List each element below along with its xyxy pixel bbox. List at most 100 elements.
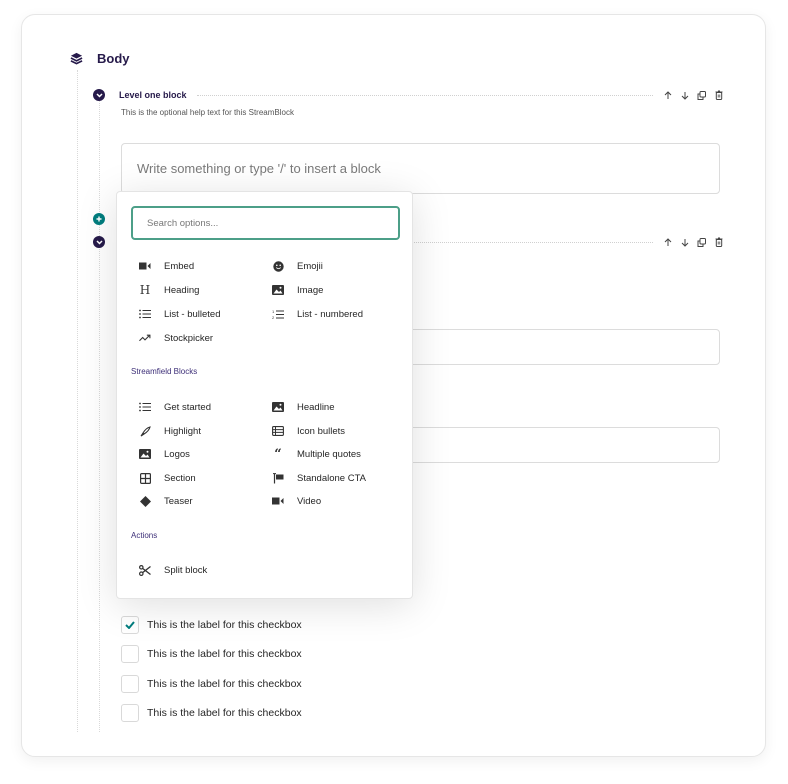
option-icon-bullets[interactable]: Icon bullets xyxy=(272,425,345,437)
add-block-button[interactable] xyxy=(93,213,105,225)
checkbox-label: This is the label for this checkbox xyxy=(147,619,302,631)
option-label: Stockpicker xyxy=(164,332,214,344)
text-input-field[interactable] xyxy=(380,427,720,463)
image-icon xyxy=(272,284,284,296)
text-input-field[interactable] xyxy=(380,329,720,365)
move-up-button[interactable] xyxy=(663,90,672,100)
checkbox-item[interactable]: This is the label for this checkbox xyxy=(121,645,302,663)
option-list-bulleted[interactable]: List - bulleted xyxy=(139,308,221,320)
option-label: Embed xyxy=(164,260,195,272)
block-actions xyxy=(663,90,723,100)
option-emojii[interactable]: Emojii xyxy=(272,260,323,272)
option-standalone-cta[interactable]: Standalone CTA xyxy=(272,472,366,484)
svg-text:2: 2 xyxy=(272,315,275,320)
block-guide-line xyxy=(99,100,100,732)
block-help-text: This is the optional help text for this … xyxy=(121,108,294,117)
scissors-icon xyxy=(139,564,151,576)
delete-icon xyxy=(715,237,722,247)
grid-icon xyxy=(139,472,151,484)
option-label: Logos xyxy=(164,448,190,460)
duplicate-button[interactable] xyxy=(697,90,706,100)
plus-icon xyxy=(96,216,102,222)
block-actions xyxy=(663,237,723,247)
list-box-icon xyxy=(272,425,284,437)
move-up-button[interactable] xyxy=(663,237,672,247)
option-stockpicker[interactable]: Stockpicker xyxy=(139,332,213,344)
option-label: Heading xyxy=(164,284,200,296)
video-icon xyxy=(272,495,284,507)
option-embed[interactable]: Embed xyxy=(139,260,194,272)
header-divider xyxy=(400,241,653,243)
option-label: Emojii xyxy=(297,260,323,272)
option-heading[interactable]: H Heading xyxy=(139,283,200,297)
option-highlight[interactable]: Highlight xyxy=(139,425,201,437)
move-down-icon xyxy=(681,91,688,100)
heading-icon: H xyxy=(139,283,151,297)
checkbox[interactable] xyxy=(121,704,139,722)
checkbox[interactable] xyxy=(121,675,139,693)
block-chooser-menu: Embed Emojii H Heading Image List - bull… xyxy=(116,191,413,599)
image-icon xyxy=(272,401,284,413)
option-label: Headline xyxy=(297,401,335,413)
checkbox-item[interactable]: This is the label for this checkbox xyxy=(121,616,302,634)
body-field-heading: Body xyxy=(70,51,130,66)
option-label: Get started xyxy=(164,401,211,413)
search-options-input[interactable] xyxy=(131,206,400,240)
trend-icon xyxy=(139,332,151,344)
option-label: List - bulleted xyxy=(164,308,221,320)
chevron-down-icon xyxy=(95,92,103,98)
delete-button[interactable] xyxy=(714,90,723,100)
option-multiple-quotes[interactable]: “ Multiple quotes xyxy=(272,446,361,462)
option-label: Video xyxy=(297,495,322,507)
checkbox-label: This is the label for this checkbox xyxy=(147,648,302,660)
delete-button[interactable] xyxy=(714,237,723,247)
option-headline[interactable]: Headline xyxy=(272,401,335,413)
duplicate-icon xyxy=(697,237,706,247)
option-video[interactable]: Video xyxy=(272,495,321,507)
option-list-numbered[interactable]: 12 List - numbered xyxy=(272,308,363,320)
option-get-started[interactable]: Get started xyxy=(139,401,211,413)
checkbox-label: This is the label for this checkbox xyxy=(147,707,302,719)
move-down-button[interactable] xyxy=(680,90,689,100)
option-teaser[interactable]: Teaser xyxy=(139,495,193,507)
list-numbered-icon: 12 xyxy=(272,308,284,320)
collapse-second-block-button[interactable] xyxy=(93,236,105,248)
actions-label: Actions xyxy=(131,531,158,540)
second-block-header xyxy=(400,236,723,248)
duplicate-button[interactable] xyxy=(697,237,706,247)
option-label: Icon bullets xyxy=(297,425,346,437)
body-guide-line xyxy=(77,70,78,732)
checkbox[interactable] xyxy=(121,645,139,663)
checkbox[interactable] xyxy=(121,616,139,634)
editor-placeholder: Write something or type '/' to insert a … xyxy=(137,161,381,176)
option-label: Multiple quotes xyxy=(297,448,361,460)
flag-icon xyxy=(272,472,284,484)
header-divider xyxy=(196,94,653,96)
move-down-button[interactable] xyxy=(680,237,689,247)
option-split-block[interactable]: Split block xyxy=(139,564,207,576)
list-bulleted-icon xyxy=(139,401,151,413)
option-label: Split block xyxy=(164,564,208,576)
option-section[interactable]: Section xyxy=(139,472,196,484)
move-up-icon xyxy=(664,90,671,99)
option-image[interactable]: Image xyxy=(272,284,323,296)
rich-text-editor[interactable]: Write something or type '/' to insert a … xyxy=(121,143,720,194)
collapse-block-button[interactable] xyxy=(93,89,105,101)
body-field-title: Body xyxy=(97,51,130,66)
block-title: Level one block xyxy=(119,90,187,100)
emoji-icon xyxy=(272,260,284,272)
quote-icon: “ xyxy=(274,446,282,462)
option-logos[interactable]: Logos xyxy=(139,448,190,460)
option-label: Image xyxy=(297,284,324,296)
level-one-block-header: Level one block xyxy=(93,89,723,101)
streamfield-blocks-label: Streamfield Blocks xyxy=(131,367,198,376)
svg-text:1: 1 xyxy=(272,309,275,314)
option-label: Standalone CTA xyxy=(297,472,367,484)
diamond-icon xyxy=(139,495,151,507)
option-label: Highlight xyxy=(164,425,201,437)
move-up-icon xyxy=(664,237,671,246)
move-down-icon xyxy=(681,238,688,247)
checkbox-item[interactable]: This is the label for this checkbox xyxy=(121,704,302,722)
checkbox-item[interactable]: This is the label for this checkbox xyxy=(121,675,302,693)
pen-icon xyxy=(139,425,151,437)
